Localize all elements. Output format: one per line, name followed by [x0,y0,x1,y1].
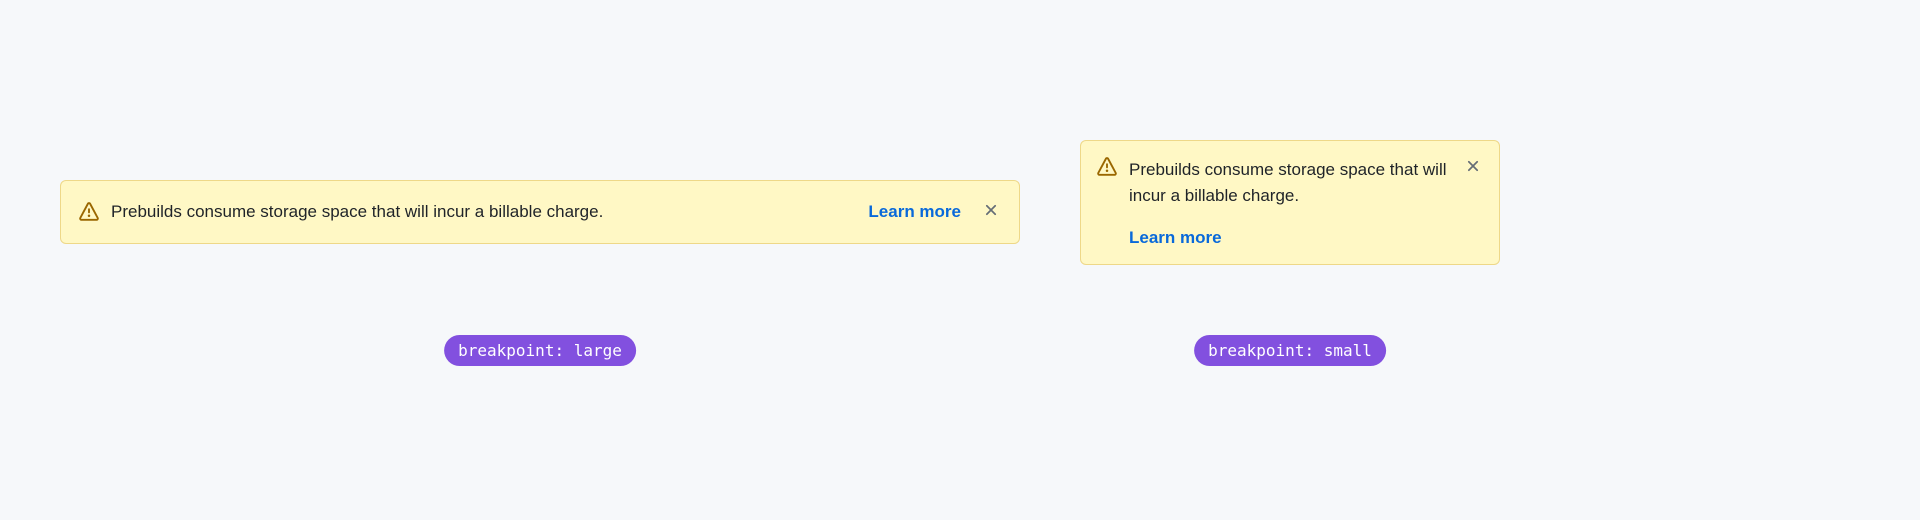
learn-more-link[interactable]: Learn more [1129,228,1222,248]
column-large: Prebuilds consume storage space that wil… [0,0,1080,520]
breakpoint-label-small: breakpoint: small [1194,335,1386,366]
breakpoint-label-large: breakpoint: large [444,335,636,366]
learn-more-link[interactable]: Learn more [868,202,961,222]
alert-triangle-icon [79,202,99,222]
close-button[interactable] [981,202,1001,222]
banner-content: Prebuilds consume storage space that wil… [1129,157,1483,248]
banner-message: Prebuilds consume storage space that wil… [1129,157,1483,208]
close-icon [982,201,1000,222]
banner-message: Prebuilds consume storage space that wil… [111,199,603,225]
warning-banner-small: Prebuilds consume storage space that wil… [1080,140,1500,265]
warning-banner-large: Prebuilds consume storage space that wil… [60,180,1020,244]
alert-triangle-icon [1097,157,1117,177]
close-icon [1464,157,1482,178]
column-small: Prebuilds consume storage space that wil… [1080,0,1500,520]
close-button[interactable] [1463,157,1483,177]
